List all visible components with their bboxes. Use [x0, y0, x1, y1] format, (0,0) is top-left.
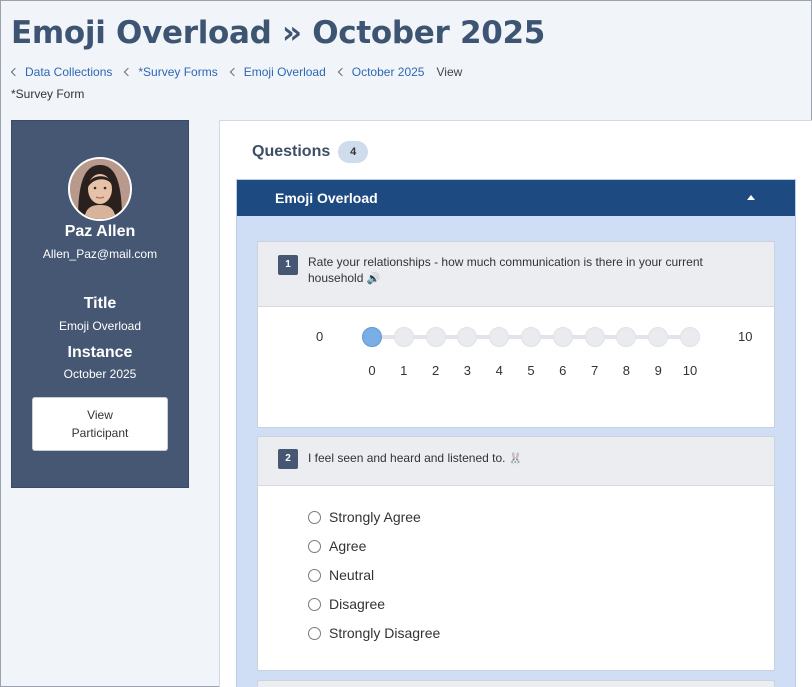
radio-button[interactable]	[308, 597, 321, 611]
breadcrumb-link[interactable]: October 2025	[352, 65, 425, 79]
speaker-emoji-icon: 🔊	[366, 273, 381, 285]
question-count-badge: 4	[338, 141, 369, 163]
slider-stop-3[interactable]	[457, 327, 478, 347]
slider-tick-label: 0	[368, 363, 376, 378]
question-text-content: I feel seen and heard and listened to.	[308, 451, 506, 465]
question-card-3	[257, 680, 775, 687]
question-card-2: 2 I feel seen and heard and listened to.…	[257, 436, 775, 671]
slider-tick-label: 1	[400, 363, 408, 378]
avatar	[68, 157, 132, 221]
slider-tick-label: 4	[495, 363, 503, 378]
caret-up-icon[interactable]	[747, 195, 755, 200]
slider-stop-10[interactable]	[680, 327, 700, 347]
breadcrumb-link[interactable]: Data Collections	[25, 65, 112, 79]
radio-button[interactable]	[308, 510, 321, 524]
section-title: Emoji Overload	[275, 190, 378, 206]
slider-stop-4[interactable]	[489, 327, 510, 347]
slider-tick-label: 8	[622, 363, 630, 378]
participant-card: Paz Allen Allen_Paz@mail.com Title Emoji…	[11, 120, 189, 488]
slider-tick-label: 5	[527, 363, 535, 378]
question-section: Emoji Overload 1 Rate your relationships…	[236, 179, 796, 687]
question-header: 2 I feel seen and heard and listened to.…	[258, 437, 774, 486]
question-text: Rate your relationships - how much commu…	[308, 254, 734, 287]
breadcrumb-item-emoji-overload[interactable]: Emoji Overload	[228, 65, 326, 79]
slider-area: 0 10 0 1 2 3 4 5 6 7 8 9 10	[258, 307, 774, 427]
participant-email: Allen_Paz@mail.com	[42, 247, 158, 261]
question-card-1: 1 Rate your relationships - how much com…	[257, 241, 775, 428]
page-title: Emoji Overload » October 2025	[11, 15, 546, 51]
instance-value: October 2025	[63, 367, 137, 381]
section-header[interactable]: Emoji Overload	[237, 180, 795, 216]
participant-name: Paz Allen	[64, 223, 136, 240]
breadcrumb: Data Collections *Survey Forms Emoji Ove…	[9, 65, 462, 79]
slider-stop-6[interactable]	[552, 327, 573, 347]
breadcrumb-item-october-2025[interactable]: October 2025	[336, 65, 425, 79]
radio-label: Disagree	[329, 596, 386, 612]
breadcrumb-link[interactable]: Emoji Overload	[244, 65, 326, 79]
chevron-left-icon	[229, 67, 238, 77]
slider-stop-5[interactable]	[521, 327, 541, 347]
slider-tick-label: 10	[682, 363, 698, 378]
questions-panel: Questions 4 Emoji Overload 1 Rate your r…	[219, 120, 812, 687]
view-participant-label-line2: Participant	[71, 426, 129, 440]
slider-stop-2[interactable]	[425, 327, 446, 347]
questions-heading-label: Questions	[252, 143, 331, 160]
radio-option-strongly-agree[interactable]: Strongly Agree	[308, 509, 421, 525]
slider-tick-label: 7	[590, 363, 599, 378]
view-participant-label-line1: View	[87, 408, 113, 422]
radio-option-strongly-disagree[interactable]: Strongly Disagree	[308, 625, 440, 641]
page-subtitle: *Survey Form	[11, 87, 85, 101]
slider-stop-8[interactable]	[616, 327, 637, 347]
slider-stop-1[interactable]	[393, 327, 414, 347]
radio-button[interactable]	[308, 568, 321, 582]
radio-button[interactable]	[308, 626, 321, 640]
slider-tick-label: 2	[431, 363, 440, 378]
title-label: Title	[83, 295, 117, 312]
slider-stop-9[interactable]	[648, 327, 669, 347]
breadcrumb-item-data-collections[interactable]: Data Collections	[9, 65, 112, 79]
radio-label: Strongly Agree	[329, 509, 421, 525]
question-header: 1 Rate your relationships - how much com…	[258, 242, 774, 307]
instance-label: Instance	[67, 344, 133, 361]
chevron-left-icon	[10, 67, 20, 77]
slider-tick-label: 3	[463, 363, 471, 378]
view-participant-button[interactable]: View Participant	[32, 397, 168, 451]
breadcrumb-link[interactable]: *Survey Forms	[138, 65, 217, 79]
question-number: 1	[278, 255, 298, 275]
title-value: Emoji Overload	[58, 319, 142, 333]
slider-stop-7[interactable]	[584, 327, 605, 347]
chevron-left-icon	[124, 67, 133, 77]
questions-heading: Questions 4	[252, 141, 369, 163]
slider-stop-0[interactable]	[362, 327, 382, 347]
slider-tick-label: 9	[654, 363, 662, 378]
scale-max-label: 10	[738, 329, 753, 344]
chevron-left-icon	[337, 67, 347, 77]
breadcrumb-item-survey-forms[interactable]: *Survey Forms	[122, 65, 218, 79]
breadcrumb-current: View	[436, 65, 463, 79]
question-text: I feel seen and heard and listened to. 🐰	[308, 450, 734, 467]
radio-option-disagree[interactable]: Disagree	[308, 596, 385, 612]
question-number: 2	[278, 449, 298, 469]
radio-label: Neutral	[329, 567, 375, 583]
radio-label: Strongly Disagree	[329, 625, 441, 641]
avatar-photo-icon	[70, 159, 130, 219]
radio-option-agree[interactable]: Agree	[308, 538, 366, 554]
slider-tick-label: 6	[559, 363, 567, 378]
scale-min-label: 0	[316, 329, 324, 344]
radio-option-neutral[interactable]: Neutral	[308, 567, 374, 583]
radio-button[interactable]	[308, 539, 321, 553]
rabbit-emoji-icon: 🐰	[508, 453, 523, 465]
radio-label: Agree	[329, 538, 367, 554]
